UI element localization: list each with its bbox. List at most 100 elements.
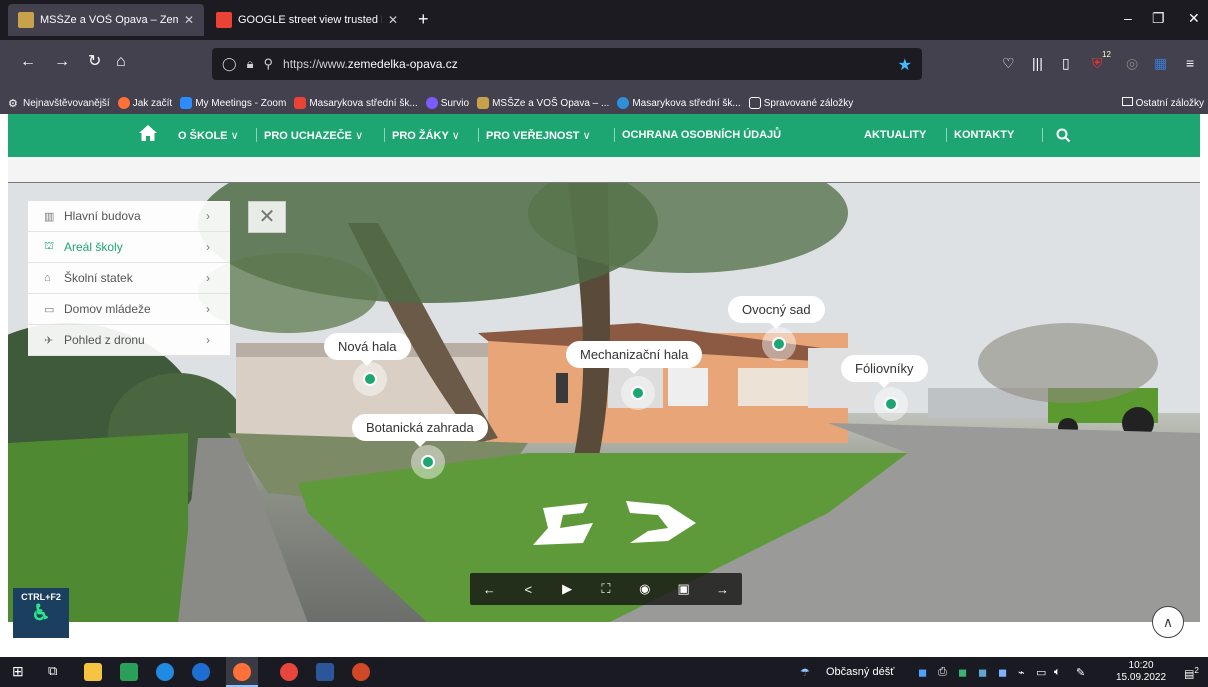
network-icon[interactable]: ▭ bbox=[1036, 666, 1046, 679]
drone-icon: ✈ bbox=[44, 334, 54, 347]
view-toggle-button[interactable]: ◉ bbox=[632, 581, 658, 597]
nav-pro-uchazece[interactable]: PRO UCHAZEČE ∨ bbox=[264, 129, 363, 142]
folder-icon bbox=[748, 97, 761, 109]
home-button[interactable]: ⌂ bbox=[116, 54, 126, 70]
menu-icon[interactable]: ≡ bbox=[1186, 55, 1194, 71]
tray-lock-icon[interactable]: ◼ bbox=[978, 666, 987, 679]
play-button[interactable]: ▶ bbox=[554, 581, 580, 597]
powerpoint-icon[interactable] bbox=[352, 663, 370, 681]
hotspot-ovocny-sad[interactable] bbox=[762, 327, 796, 361]
campus-icon: ⛫ bbox=[44, 240, 55, 252]
bookmark-item[interactable]: My Meetings - Zoom bbox=[180, 97, 286, 109]
back-button[interactable]: ← bbox=[20, 54, 36, 70]
bookmark-item[interactable]: Jak začít bbox=[117, 97, 172, 109]
edge-icon[interactable] bbox=[156, 663, 174, 681]
nav-o-skole[interactable]: O ŠKOLE ∨ bbox=[178, 129, 239, 142]
bookmark-star-icon[interactable]: ★ bbox=[898, 55, 912, 75]
panorama-viewer[interactable]: ▥ Hlavní budova › ⛫ Areál školy › ⌂ Školní st… bbox=[8, 182, 1200, 622]
window-close-button[interactable]: ✕ bbox=[1188, 10, 1200, 27]
hotspot-label-foliovniky[interactable]: Fóliovníky bbox=[841, 355, 928, 388]
bookmark-item[interactable]: Spravované záložky bbox=[748, 97, 853, 109]
pen-icon[interactable]: ✎ bbox=[1076, 666, 1085, 679]
nav-kontakty[interactable]: KONTAKTY bbox=[954, 129, 1014, 141]
bookmark-item[interactable]: Masarykova střední šk... bbox=[617, 97, 741, 109]
tour-menu-pohled-z-dronu[interactable]: ✈ Pohled z dronu › bbox=[28, 325, 230, 356]
internet-explorer-icon[interactable] bbox=[192, 663, 210, 681]
word-icon[interactable] bbox=[316, 663, 334, 681]
hotspot-mechanizacni-hala[interactable] bbox=[621, 376, 655, 410]
printer-icon[interactable]: ⎙ bbox=[938, 666, 947, 679]
hotspot-nova-hala[interactable] bbox=[353, 362, 387, 396]
permissions-icon[interactable]: ⚲ bbox=[263, 56, 273, 72]
forward-button[interactable]: → bbox=[54, 54, 70, 70]
firefox-taskbar-icon[interactable] bbox=[233, 663, 251, 681]
search-icon[interactable] bbox=[1056, 128, 1071, 143]
hotspot-label-nova-hala[interactable]: Nová hala bbox=[324, 333, 411, 366]
bookmark-item[interactable]: Masarykova střední šk... bbox=[294, 97, 418, 109]
accessibility-widget[interactable]: CTRL+F2 ♿︎ bbox=[13, 588, 69, 638]
bookmark-item[interactable]: MSŠZe a VOŠ Opava – ... bbox=[477, 97, 609, 109]
taskbar-clock[interactable]: 10:20 15.09.2022 bbox=[1116, 660, 1166, 684]
windows-start-icon[interactable]: ⊞ bbox=[12, 663, 30, 681]
share-button[interactable]: < bbox=[515, 582, 541, 597]
extension-icon[interactable]: ◎ bbox=[1126, 55, 1138, 72]
tab-school-site[interactable]: MSŠZe a VOŠ Opava – Zeměděl ✕ bbox=[8, 4, 204, 36]
pan-left-button[interactable]: ← bbox=[476, 582, 502, 597]
tour-menu-hlavni-budova[interactable]: ▥ Hlavní budova › bbox=[28, 201, 230, 232]
tab-gmail[interactable]: GOOGLE street view trusted PA ✕ bbox=[206, 4, 408, 36]
sidebar-icon[interactable]: ▯ bbox=[1062, 55, 1070, 72]
shield-icon[interactable]: ◯ bbox=[222, 56, 237, 72]
building-icon: ▥ bbox=[44, 210, 55, 223]
hotspot-botanicka-zahrada[interactable] bbox=[411, 445, 445, 479]
grid-extension-icon[interactable]: ▦ bbox=[1154, 55, 1167, 72]
reload-button[interactable]: ↻ bbox=[88, 54, 101, 70]
bookmark-item[interactable]: ⚙ Nejnavštěvovanější bbox=[8, 97, 110, 111]
school-favicon-icon bbox=[18, 12, 34, 28]
nav-aktuality[interactable]: AKTUALITY bbox=[864, 129, 926, 141]
extension-badge: 12 bbox=[1100, 50, 1113, 59]
pan-right-button[interactable]: → bbox=[709, 582, 735, 597]
folder-icon bbox=[1121, 97, 1133, 106]
camera-button[interactable]: ▣ bbox=[671, 581, 697, 597]
home-icon[interactable] bbox=[138, 124, 158, 142]
nav-pro-verejnost[interactable]: PRO VEŘEJNOST ∨ bbox=[486, 129, 591, 142]
hotspot-label-botanicka-zahrada[interactable]: Botanická zahrada bbox=[352, 414, 488, 447]
gmail-favicon-icon bbox=[216, 12, 232, 28]
minimize-button[interactable]: – bbox=[1124, 10, 1132, 26]
hotspot-label-mechanizacni-hala[interactable]: Mechanizační hala bbox=[566, 341, 703, 374]
usb-icon[interactable]: ⌁ bbox=[1018, 666, 1025, 679]
tray-green-icon[interactable]: ◼ bbox=[958, 666, 967, 679]
farm-icon: ⌂ bbox=[44, 272, 51, 284]
browser-tab-bar: MSŠZe a VOŠ Opava – Zeměděl ✕ GOOGLE str… bbox=[0, 0, 1208, 40]
bookmark-item[interactable]: Survio bbox=[425, 97, 469, 109]
other-bookmarks[interactable]: Ostatní záložky bbox=[1121, 97, 1204, 109]
nav-pro-zaky[interactable]: PRO ŽÁKY ∨ bbox=[392, 129, 460, 142]
tab-close-icon[interactable]: ✕ bbox=[388, 13, 398, 27]
notifications-icon[interactable]: ▤2 bbox=[1184, 666, 1199, 681]
library-icon[interactable]: ||| bbox=[1032, 55, 1043, 71]
tray-blue-icon[interactable]: ◼ bbox=[998, 666, 1007, 679]
hotspot-foliovniky[interactable] bbox=[874, 387, 908, 421]
scroll-to-top-button[interactable]: ∧ bbox=[1152, 606, 1184, 638]
chrome-icon[interactable] bbox=[280, 663, 298, 681]
tab-close-icon[interactable]: ✕ bbox=[184, 13, 194, 27]
file-explorer-icon[interactable] bbox=[84, 663, 102, 681]
tab-title: GOOGLE street view trusted PA bbox=[238, 14, 382, 26]
restore-button[interactable]: ❐ bbox=[1152, 10, 1165, 27]
pocket-icon[interactable]: ♡ bbox=[1002, 55, 1015, 72]
tray-app-icon[interactable]: ◼ bbox=[918, 666, 927, 679]
hotspot-label-ovocny-sad[interactable]: Ovocný sad bbox=[728, 296, 825, 329]
nav-ochrana-udaju[interactable]: OCHRANA OSOBNÍCH ÚDAJŮ bbox=[622, 129, 781, 141]
weather-text[interactable]: Občasný déšť bbox=[826, 666, 894, 678]
address-bar[interactable]: ◯ 🔒︎ ⚲ https://www.zemedelka-opava.cz ★ bbox=[212, 48, 922, 80]
tour-menu-skolni-statek[interactable]: ⌂ Školní statek › bbox=[28, 263, 230, 294]
volume-icon[interactable]: 🔈︎ bbox=[1054, 666, 1061, 679]
tour-menu-areal-skoly[interactable]: ⛫ Areál školy › bbox=[28, 232, 230, 263]
fullscreen-button[interactable]: ⛶ bbox=[593, 581, 619, 597]
drive-icon[interactable] bbox=[120, 663, 138, 681]
tour-menu-close-button[interactable]: ✕ bbox=[248, 201, 286, 233]
lock-icon[interactable]: 🔒︎ bbox=[247, 56, 254, 72]
new-tab-button[interactable]: + bbox=[418, 10, 429, 28]
task-view-icon[interactable]: ⧉ bbox=[48, 663, 66, 681]
tour-menu-domov-mladeze[interactable]: ▭ Domov mládeže › bbox=[28, 294, 230, 325]
